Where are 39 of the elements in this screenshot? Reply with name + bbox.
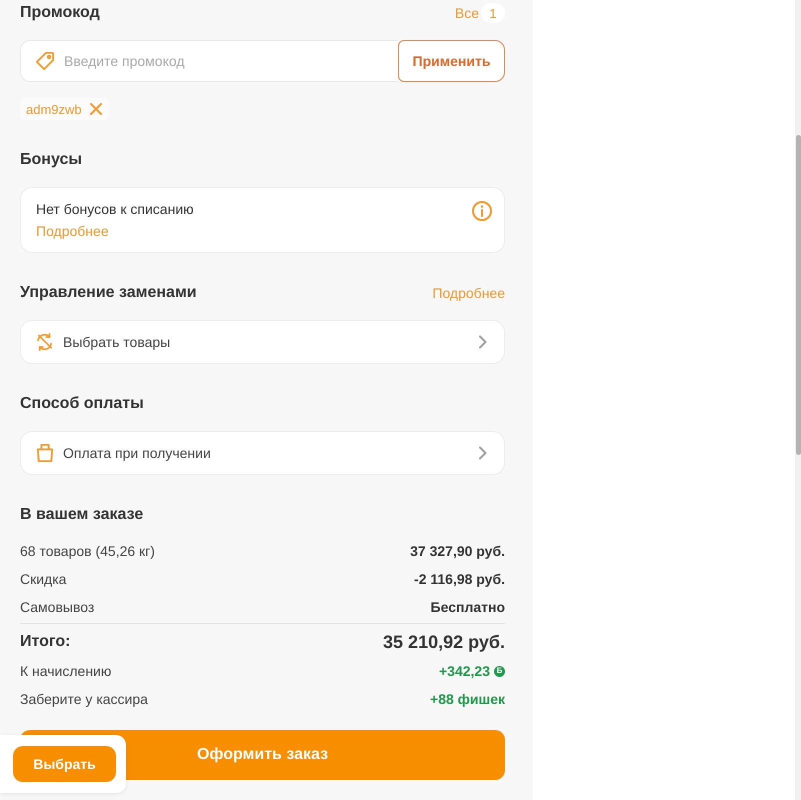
option-row[interactable]: Выбрать товары [20, 320, 505, 364]
summary-value: 35 210,92 руб. [383, 632, 505, 652]
swap-arrows-icon [36, 333, 54, 351]
option-label: Выбрать товары [63, 334, 170, 350]
option-label: Оплата при получении [63, 445, 211, 461]
bonus-message: Нет бонусов к списанию [36, 200, 194, 219]
summary-label: Итого: [20, 633, 70, 651]
details-link[interactable]: Подробнее [36, 221, 109, 241]
choose-button[interactable]: Выбрать [13, 746, 116, 782]
summary-value: Бесплатно [430, 599, 505, 615]
scrollbar-thumb[interactable] [796, 135, 801, 455]
section-title: Способ оплаты [20, 394, 144, 414]
chevron-right-icon [478, 446, 487, 460]
details-link[interactable]: Подробнее [432, 283, 505, 303]
bonus-coin: Б [494, 666, 505, 676]
section-title: В вашем заказе [20, 505, 144, 525]
apply-button[interactable]: Применить [398, 40, 505, 82]
summary-label: Самовывоз [20, 599, 94, 615]
section-title: Бонусы [20, 150, 82, 170]
promo-code-text: adm9zwb [26, 102, 82, 116]
section-title: Промокод [20, 3, 100, 23]
count-badge: 1 [481, 3, 505, 23]
summary-label: К начислению [20, 663, 112, 679]
summary-label: Скидка [20, 571, 66, 587]
summary-label: Заберите у кассира [20, 691, 148, 707]
summary-value: +88 фишек [430, 691, 505, 707]
summary-label: 68 товаров (45,26 кг) [20, 543, 155, 559]
all-link[interactable]: Все [454, 3, 479, 23]
close-icon[interactable] [88, 102, 103, 116]
summary-value: +342,23 [439, 663, 490, 679]
summary-value: 37 327,90 руб. [410, 543, 505, 559]
tag-icon [36, 52, 54, 70]
summary-value: -2 116,98 руб. [414, 571, 505, 587]
chevron-right-icon [478, 335, 487, 349]
bag-icon [36, 444, 54, 462]
option-row[interactable]: Оплата при получении [20, 431, 505, 475]
promo-input-field[interactable]: Введите промокод [20, 40, 398, 82]
section-title: Управление заменами [20, 283, 197, 303]
info-icon[interactable] [472, 201, 492, 221]
